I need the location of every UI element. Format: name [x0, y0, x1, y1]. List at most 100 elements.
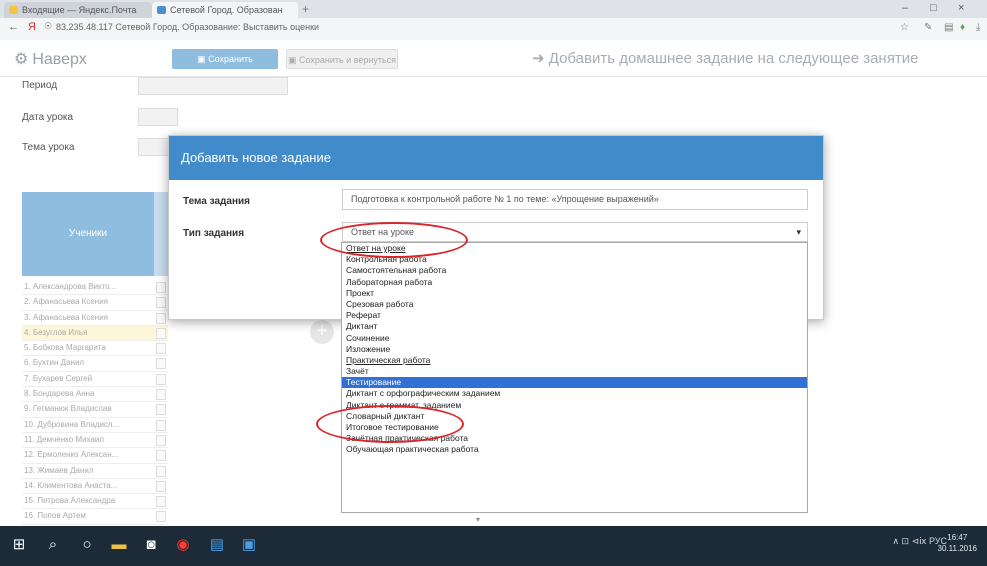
table-row[interactable]: 15. Петрова Александра: [22, 494, 168, 510]
table-row[interactable]: 4. Безуглов Илья: [22, 325, 168, 342]
maximize-button[interactable]: □: [930, 2, 937, 14]
grade-cell[interactable]: [156, 511, 166, 523]
dropdown-option[interactable]: Реферат: [342, 310, 807, 321]
grade-cell[interactable]: [156, 450, 166, 462]
dropdown-option[interactable]: Практическая работа: [342, 355, 807, 366]
dropdown-option[interactable]: Проект: [342, 288, 807, 299]
school-icon: [157, 6, 166, 14]
table-row[interactable]: 2. Афанасьева Ксения: [22, 295, 168, 311]
student-name: 13. Жимаев Данил: [24, 465, 94, 475]
bookmark-star-icon[interactable]: ☆: [900, 22, 909, 33]
student-name: 9. Гетманюк Владислав: [24, 404, 112, 414]
add-button-plus-icon[interactable]: +: [310, 320, 334, 344]
back-to-top-link[interactable]: ⚙ Наверх: [14, 49, 87, 69]
student-name: 6. Бухтин Данил: [24, 358, 85, 368]
back-arrow-icon[interactable]: ←: [8, 21, 19, 33]
extension-icon[interactable]: ▤: [944, 22, 953, 33]
dropdown-option[interactable]: Тестирование: [342, 377, 807, 389]
table-row[interactable]: 7. Бухарев Сергей: [22, 372, 168, 388]
save-and-return-button[interactable]: ▣ Сохранить и вернуться: [286, 49, 398, 69]
minimize-button[interactable]: –: [902, 2, 908, 14]
lock-icon: ☉: [44, 21, 53, 31]
tab-yandex-mail[interactable]: Входящие — Яндекс.Почта: [4, 2, 152, 18]
download-icon[interactable]: ⤓: [976, 22, 980, 33]
grade-cell[interactable]: [156, 327, 166, 339]
save-icon: ▣: [197, 54, 209, 64]
lesson-date-label: Дата урока: [22, 112, 74, 123]
dropdown-option[interactable]: Срезовая работа: [342, 299, 807, 310]
dropdown-scroll-indicator: ▾: [476, 515, 481, 524]
table-row[interactable]: 10. Дубровина Владисл...: [22, 418, 168, 433]
lesson-date-field[interactable]: [138, 108, 178, 126]
table-row[interactable]: 8. Бондарева Анна: [22, 387, 168, 403]
grade-cell[interactable]: [156, 312, 166, 324]
grade-cell[interactable]: [156, 434, 166, 446]
search-icon[interactable]: ⌕: [42, 534, 64, 556]
grade-cell[interactable]: [156, 496, 166, 508]
student-name: 1. Александрова Викто...: [24, 282, 117, 291]
grade-cell[interactable]: [156, 358, 166, 370]
dropdown-option[interactable]: Сочинение: [342, 333, 807, 344]
save-and-return-label: Сохранить и вернуться: [298, 55, 397, 65]
grade-cell[interactable]: [156, 343, 166, 355]
dropdown-option[interactable]: Лабораторная работа: [342, 277, 807, 288]
table-row[interactable]: 11. Демченко Михаил: [22, 433, 168, 449]
table-row[interactable]: 3. Афанасьева Ксения: [22, 311, 168, 326]
grade-cell[interactable]: [156, 404, 166, 416]
task-view-icon[interactable]: ○: [76, 534, 98, 556]
clock[interactable]: 16:47 30.11.2016: [938, 532, 977, 554]
windows-start-icon[interactable]: ⊞: [8, 534, 30, 556]
dropdown-option[interactable]: Самостоятельная работа: [342, 265, 807, 276]
tab-label: Сетевой Город. Образован: [170, 5, 283, 15]
table-row[interactable]: 13. Жимаев Данил: [22, 464, 168, 479]
close-button[interactable]: ×: [958, 2, 964, 14]
table-row[interactable]: 12. Ермоленко Алексан...: [22, 448, 168, 464]
dropdown-option[interactable]: Обучающая практическая работа: [342, 444, 807, 455]
dropdown-option[interactable]: Зачёт: [342, 366, 807, 377]
table-row[interactable]: 1. Александрова Викто...: [22, 280, 168, 296]
arrow-right-icon: ➜: [532, 50, 549, 67]
student-name: 7. Бухарев Сергей: [24, 373, 93, 383]
app-toolbar: ⚙ Наверх ▣ Сохранить ▣ Сохранить и вернут…: [0, 40, 987, 77]
students-column-header: Ученики: [22, 192, 154, 276]
add-homework-link[interactable]: ➜ Добавить домашнее задание на следующее…: [532, 49, 918, 67]
grade-cell[interactable]: [156, 297, 166, 309]
address-bar: ← Я ☉ 83.235.48.117 Сетевой Город. Образ…: [0, 18, 987, 41]
pencil-icon[interactable]: ✎: [924, 22, 932, 33]
dropdown-option[interactable]: Изложение: [342, 344, 807, 355]
grade-cell[interactable]: [156, 419, 166, 431]
grade-cell[interactable]: [156, 282, 166, 293]
table-row[interactable]: 5. Бобкова Маргарита: [22, 341, 168, 357]
save-button[interactable]: ▣ Сохранить: [172, 49, 278, 69]
add-homework-label: Добавить домашнее задание на следующее з…: [548, 50, 919, 67]
new-tab-button[interactable]: +: [302, 2, 309, 16]
student-name: 14. Климентова Анаста...: [24, 480, 118, 490]
file-explorer-icon[interactable]: ▬: [108, 534, 130, 556]
grade-column-header: [154, 192, 168, 276]
grade-cell[interactable]: [156, 480, 166, 492]
period-field[interactable]: [138, 77, 288, 95]
student-name: 15. Петрова Александра: [24, 496, 116, 506]
task-topic-input[interactable]: Подготовка к контрольной работе № 1 по т…: [342, 189, 808, 210]
image-viewer-icon[interactable]: ▣: [238, 534, 260, 556]
yandex-icon[interactable]: Я: [28, 21, 36, 33]
table-row[interactable]: 14. Климентова Анаста...: [22, 479, 168, 495]
table-row[interactable]: 9. Гетманюк Владислав: [22, 402, 168, 418]
dropdown-option[interactable]: Диктант: [342, 321, 807, 332]
grade-cell[interactable]: [156, 389, 166, 401]
table-row[interactable]: 16. Попов Артем: [22, 509, 168, 525]
grade-cell[interactable]: [156, 373, 166, 385]
browser-tab-bar: Входящие — Яндекс.Почта Сетевой Город. О…: [0, 0, 987, 18]
yandex-browser-icon[interactable]: ◉: [172, 534, 194, 556]
student-name: 16. Попов Артем: [24, 511, 86, 521]
url-field[interactable]: 83.235.48.117 Сетевой Город. Образование…: [56, 22, 319, 32]
shield-icon[interactable]: ♦: [960, 22, 965, 33]
store-icon[interactable]: ◙: [140, 534, 162, 556]
grade-cell[interactable]: [156, 465, 166, 477]
document-icon[interactable]: ▤: [206, 534, 228, 556]
annotation-circle-testing: [316, 405, 464, 443]
tab-network-city[interactable]: Сетевой Город. Образован: [152, 2, 298, 18]
dropdown-option[interactable]: Диктант с орфографическим заданием: [342, 388, 807, 399]
task-topic-label: Тема задания: [183, 196, 250, 207]
table-row[interactable]: 6. Бухтин Данил: [22, 356, 168, 372]
